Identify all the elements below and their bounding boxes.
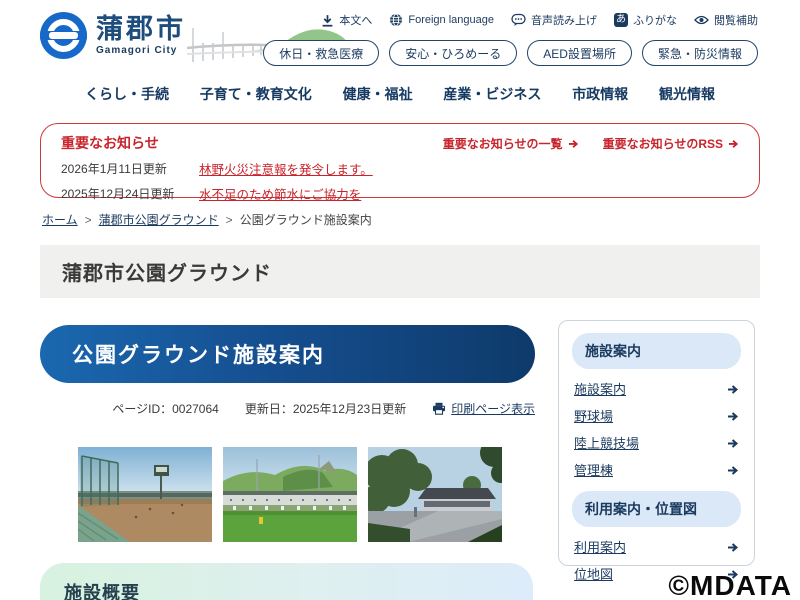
- arrow-right-icon: [727, 383, 739, 395]
- breadcrumb-separator: >: [85, 213, 92, 227]
- section-title: 蒲郡市公園グラウンド: [62, 257, 272, 286]
- furigana-link[interactable]: あ ふりがな: [614, 12, 677, 28]
- eye-icon: [694, 14, 709, 26]
- breadcrumb-home[interactable]: ホーム: [42, 211, 78, 228]
- nav-kurashi[interactable]: くらし・手続: [85, 84, 169, 104]
- utility-label: 本文へ: [339, 12, 372, 28]
- overview-heading-bar: 施設概要: [40, 563, 533, 600]
- global-nav: くらし・手続 子育て・教育文化 健康・福祉 産業・ビジネス 市政情報 観光情報: [40, 84, 760, 104]
- section-title-band: 蒲郡市公園グラウンド: [40, 245, 760, 298]
- sidebar-link-rikujo[interactable]: 陸上競技場: [574, 429, 739, 456]
- sidebar-link-shisetsu-annai[interactable]: 施設案内: [574, 375, 739, 402]
- updated-date: 更新日：2025年12月23日更新: [245, 400, 406, 417]
- page-title: 公園グラウンド施設案内: [72, 339, 325, 369]
- notice-title: 重要なお知らせ: [61, 133, 159, 153]
- page-id: ページID：0027064: [112, 400, 218, 417]
- site-header: 蒲郡市 Gamagori City 本文へ: [0, 0, 800, 76]
- download-icon: [321, 14, 334, 27]
- notice-link-water[interactable]: 水不足のため節水にご協力を: [199, 184, 361, 203]
- arrow-right-icon: [727, 464, 739, 476]
- sidebar-section-guide-title: 利用案内・位置図: [572, 491, 741, 527]
- sidebar-link-riyo-annai[interactable]: 利用案内: [574, 533, 739, 560]
- nav-shisei[interactable]: 市政情報: [572, 84, 628, 104]
- accessibility-link[interactable]: 閲覧補助: [694, 12, 758, 28]
- utility-label: Foreign language: [408, 14, 494, 26]
- anshin-hiromail-button[interactable]: 安心・ひろめーる: [389, 40, 517, 66]
- notice-date: 2025年12月24日更新: [61, 185, 199, 202]
- page-title-banner: 公園グラウンド施設案内: [40, 325, 535, 383]
- arrow-right-icon: [727, 541, 739, 553]
- emergency-disaster-info-button[interactable]: 緊急・防災情報: [642, 40, 758, 66]
- notice-list-link[interactable]: 重要なお知らせの一覧: [443, 135, 579, 152]
- printer-icon: [432, 402, 446, 415]
- page: 蒲郡市 Gamagori City 本文へ: [0, 0, 800, 600]
- management-building-photo: [368, 447, 502, 542]
- arrow-right-icon: [728, 138, 739, 149]
- nav-sangyo[interactable]: 産業・ビジネス: [443, 84, 541, 104]
- facility-photos: [78, 447, 502, 542]
- watermark: ©MDATA: [668, 570, 792, 600]
- utility-links: 本文へ Foreign language 音声読み上げ あ ふりがな 閲覧補助: [321, 12, 758, 28]
- breadcrumb: ホーム > 蒲郡市公園グラウンド > 公園グラウンド施設案内: [42, 211, 372, 228]
- city-logo[interactable]: 蒲郡市 Gamagori City: [40, 12, 186, 59]
- nav-kosodate[interactable]: 子育て・教育文化: [200, 84, 312, 104]
- quick-buttons: 休日・救急医療 安心・ひろめーる AED設置場所 緊急・防災情報: [263, 40, 758, 66]
- sidebar: 施設案内 施設案内 野球場 陸上競技場 管理棟 利用案内・位置図 利用案内: [558, 320, 755, 566]
- utility-label: 音声読み上げ: [531, 12, 597, 28]
- notice-date: 2026年1月11日更新: [61, 160, 199, 177]
- arrow-right-icon: [727, 437, 739, 449]
- city-name: 蒲郡市: [96, 15, 186, 43]
- notice-link-wildfire[interactable]: 林野火災注意報を発令します。: [199, 159, 373, 178]
- arrow-right-icon: [727, 410, 739, 422]
- arrow-right-icon: [568, 138, 579, 149]
- sidebar-link-kanrito[interactable]: 管理棟: [574, 456, 739, 483]
- aed-locations-button[interactable]: AED設置場所: [527, 40, 632, 66]
- print-label: 印刷ページ表示: [451, 400, 535, 417]
- nav-kenko[interactable]: 健康・福祉: [343, 84, 413, 104]
- notice-item: 2025年12月24日更新 水不足のため節水にご協力を: [61, 184, 739, 203]
- breadcrumb-separator: >: [226, 213, 233, 227]
- notice-rss-link[interactable]: 重要なお知らせのRSS: [603, 135, 739, 152]
- to-main-text-link[interactable]: 本文へ: [321, 12, 372, 28]
- important-notice-box: 重要なお知らせ 重要なお知らせの一覧 重要なお知らせのRSS 2026年1月11…: [40, 123, 760, 198]
- page-meta: ページID：0027064 更新日：2025年12月23日更新 印刷ページ表示: [40, 400, 535, 417]
- text-to-speech-link[interactable]: 音声読み上げ: [511, 12, 597, 28]
- breadcrumb-current: 公園グラウンド施設案内: [240, 211, 372, 228]
- baseball-ground-photo: [78, 447, 212, 542]
- utility-label: 閲覧補助: [714, 12, 758, 28]
- nav-kanko[interactable]: 観光情報: [659, 84, 715, 104]
- athletics-field-photo: [223, 447, 357, 542]
- breadcrumb-parent[interactable]: 蒲郡市公園グラウンド: [99, 211, 219, 228]
- print-page-link[interactable]: 印刷ページ表示: [432, 400, 535, 417]
- notice-item: 2026年1月11日更新 林野火災注意報を発令します。: [61, 159, 739, 178]
- sidebar-section-facility-title: 施設案内: [572, 333, 741, 369]
- globe-icon: [389, 13, 403, 27]
- utility-label: ふりがな: [633, 12, 677, 28]
- city-emblem-icon: [40, 12, 87, 59]
- city-name-en: Gamagori City: [96, 45, 186, 56]
- speech-bubble-icon: [511, 13, 526, 27]
- logo-text: 蒲郡市 Gamagori City: [96, 15, 186, 55]
- sidebar-link-yakyujo[interactable]: 野球場: [574, 402, 739, 429]
- overview-heading: 施設概要: [64, 579, 533, 600]
- holiday-emergency-medical-button[interactable]: 休日・救急医療: [263, 40, 379, 66]
- furigana-icon: あ: [614, 13, 628, 27]
- foreign-language-link[interactable]: Foreign language: [389, 13, 494, 27]
